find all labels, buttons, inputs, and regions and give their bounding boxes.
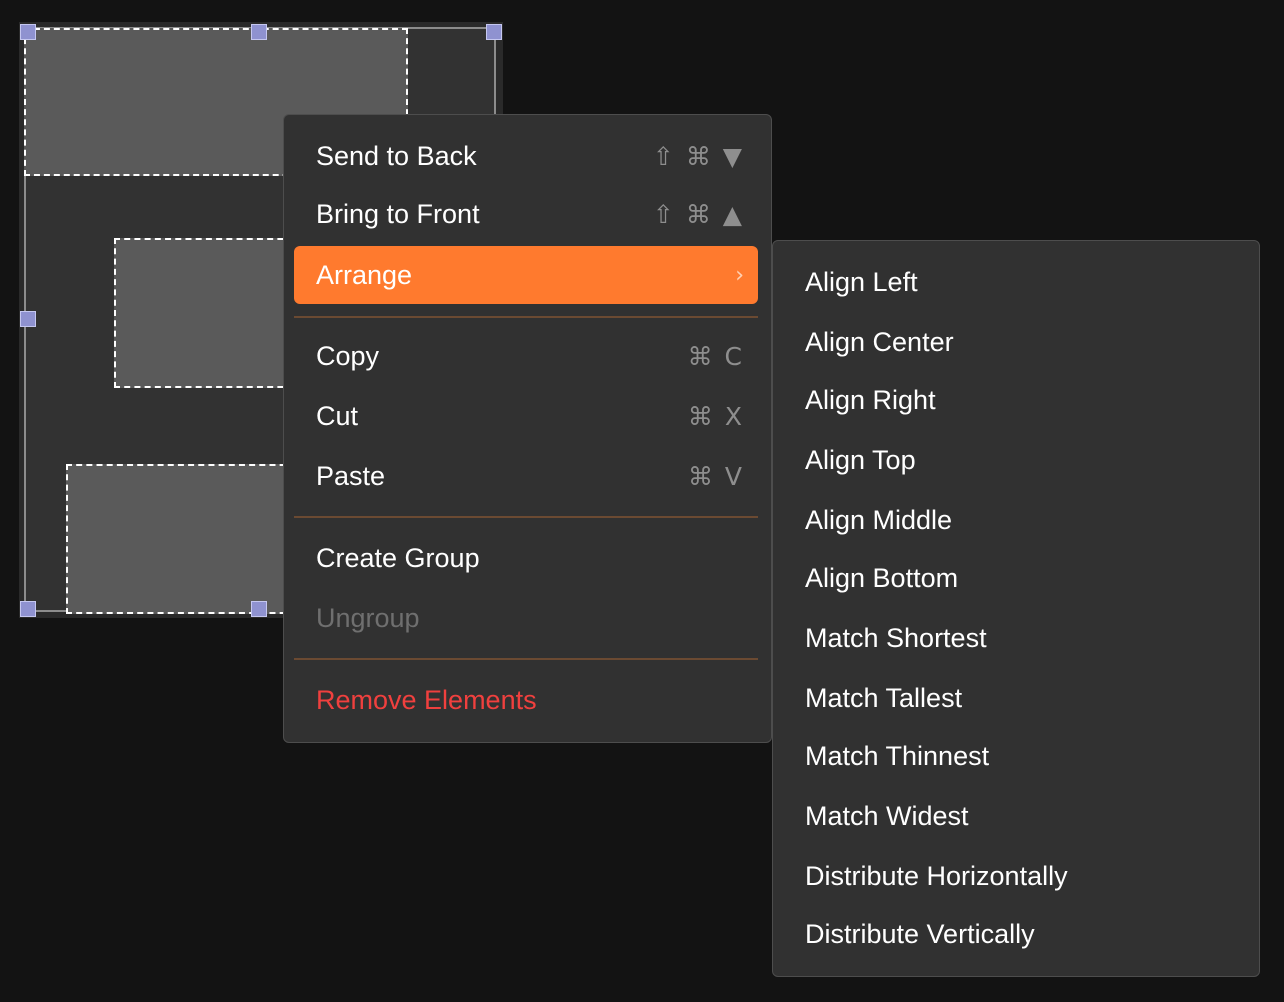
shortcut-hint: ⌘ C — [687, 341, 744, 371]
shortcut-hint: ⌘ X — [687, 401, 744, 431]
resize-handle-top-right[interactable] — [486, 24, 502, 40]
submenu-item-distribute-horizontally[interactable]: Distribute Horizontally — [783, 848, 1249, 904]
menu-item-label: Create Group — [316, 542, 480, 573]
submenu-item-match-thinnest[interactable]: Match Thinnest — [783, 728, 1249, 784]
menu-item-bring-to-front[interactable]: Bring to Front ⇧ ⌘ ▲ — [294, 185, 758, 243]
submenu-item-match-shortest[interactable]: Match Shortest — [783, 610, 1249, 666]
resize-handle-bottom-center[interactable] — [251, 601, 267, 617]
menu-item-create-group[interactable]: Create Group — [294, 529, 758, 587]
chevron-right-icon: › — [735, 262, 744, 288]
resize-handle-middle-left[interactable] — [20, 311, 36, 327]
submenu-item-align-right[interactable]: Align Right — [783, 372, 1249, 428]
menu-item-label: Arrange — [316, 259, 413, 290]
submenu-item-match-tallest[interactable]: Match Tallest — [783, 670, 1249, 726]
submenu-item-distribute-vertically[interactable]: Distribute Vertically — [783, 906, 1249, 962]
submenu-item-align-top[interactable]: Align Top — [783, 432, 1249, 488]
menu-item-label: Send to Back — [316, 140, 477, 171]
resize-handle-top-left[interactable] — [20, 24, 36, 40]
submenu-item-align-left[interactable]: Align Left — [783, 254, 1249, 310]
submenu-item-align-bottom[interactable]: Align Bottom — [783, 550, 1249, 606]
submenu-item-match-widest[interactable]: Match Widest — [783, 788, 1249, 844]
menu-item-label: Bring to Front — [316, 198, 480, 229]
menu-item-remove-elements[interactable]: Remove Elements — [294, 671, 758, 729]
menu-item-label: Ungroup — [316, 602, 420, 633]
menu-item-cut[interactable]: Cut ⌘ X — [294, 387, 758, 445]
menu-item-label: Remove Elements — [316, 684, 537, 715]
arrange-submenu: Align Left Align Center Align Right Alig… — [772, 240, 1260, 977]
shortcut-hint: ⌘ V — [687, 461, 744, 491]
menu-item-label: Paste — [316, 460, 386, 491]
menu-item-ungroup: Ungroup — [294, 589, 758, 647]
design-canvas[interactable]: Send to Back ⇧ ⌘ ▼ Bring to Front ⇧ ⌘ ▲ … — [0, 0, 1284, 1002]
shortcut-hint: ⇧ ⌘ ▲ — [652, 199, 744, 229]
submenu-item-align-middle[interactable]: Align Middle — [783, 492, 1249, 548]
submenu-item-align-center[interactable]: Align Center — [783, 314, 1249, 370]
menu-item-label: Cut — [316, 400, 359, 431]
menu-separator — [294, 516, 758, 518]
menu-item-arrange[interactable]: Arrange › — [294, 246, 758, 304]
menu-item-copy[interactable]: Copy ⌘ C — [294, 327, 758, 385]
shortcut-hint: ⇧ ⌘ ▼ — [652, 141, 744, 171]
resize-handle-top-center[interactable] — [251, 24, 267, 40]
menu-item-label: Copy — [316, 340, 380, 371]
menu-separator — [294, 316, 758, 318]
menu-separator — [294, 658, 758, 660]
element-rectangle-3[interactable] — [66, 464, 306, 614]
context-menu: Send to Back ⇧ ⌘ ▼ Bring to Front ⇧ ⌘ ▲ … — [283, 114, 772, 743]
menu-item-send-to-back[interactable]: Send to Back ⇧ ⌘ ▼ — [294, 127, 758, 185]
menu-item-paste[interactable]: Paste ⌘ V — [294, 447, 758, 505]
resize-handle-bottom-left[interactable] — [20, 601, 36, 617]
